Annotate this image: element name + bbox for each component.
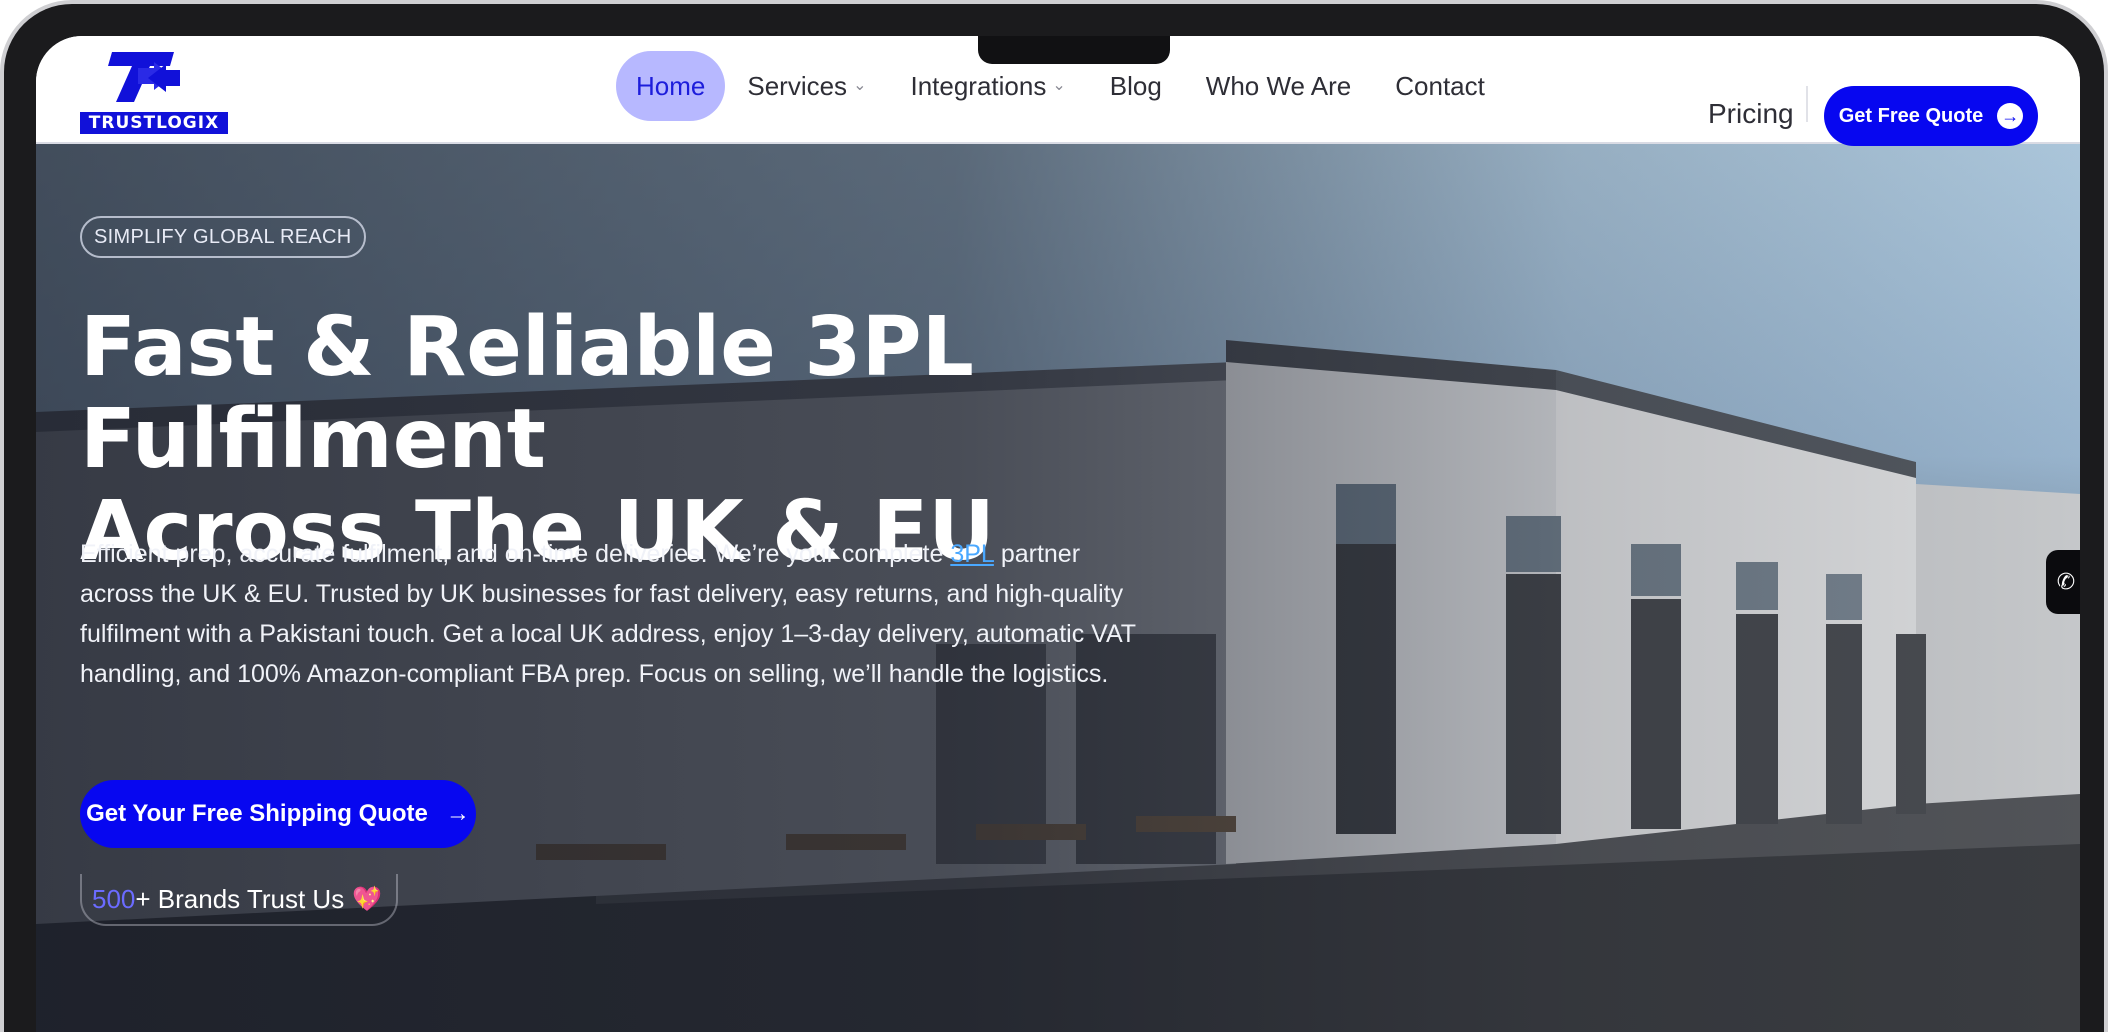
logo-wordmark: TRUSTLOGIX bbox=[80, 112, 228, 134]
header-divider bbox=[1806, 86, 1808, 122]
nav-item-label: Home bbox=[636, 71, 706, 101]
free-shipping-quote-button[interactable]: Get Your Free Shipping Quote → bbox=[80, 780, 476, 848]
camera-notch bbox=[978, 36, 1170, 64]
pricing-link[interactable]: Pricing bbox=[1708, 98, 1794, 130]
nav-item-label: Contact bbox=[1395, 71, 1485, 101]
arrow-right-icon: → bbox=[445, 800, 470, 827]
nav-item-services[interactable]: Services ⌄ bbox=[725, 51, 888, 121]
description-text-start: Efficient prep, accurate fulfilment, and… bbox=[80, 540, 951, 568]
logo-mark-icon bbox=[108, 52, 180, 102]
nav-item-contact[interactable]: Contact bbox=[1373, 51, 1507, 121]
trust-count: 500 bbox=[92, 883, 136, 914]
hero-section: SIMPLIFY GLOBAL REACH Fast & Reliable 3P… bbox=[36, 144, 2080, 1032]
nav-item-label: Who We Are bbox=[1205, 71, 1352, 101]
nav-item-who-we-are[interactable]: Who We Are bbox=[1184, 51, 1373, 121]
whatsapp-icon[interactable]: ✆ bbox=[2046, 550, 2080, 614]
hero-description: Efficient prep, accurate fulfilment, and… bbox=[80, 534, 1160, 694]
3pl-link[interactable]: 3PL bbox=[950, 540, 994, 568]
nav-item-home[interactable]: Home bbox=[616, 51, 726, 121]
heart-icon: 💖 bbox=[352, 885, 383, 913]
brands-trust-badge: 500+ Brands Trust Us 💖 bbox=[80, 874, 399, 926]
trustlogix-logo[interactable]: TRUSTLOGIX bbox=[80, 46, 230, 138]
chevron-down-icon: ⌄ bbox=[853, 77, 867, 94]
cta-label: Get Your Free Shipping Quote bbox=[86, 800, 428, 827]
hero-tag-badge: SIMPLIFY GLOBAL REACH bbox=[80, 216, 366, 258]
trust-text: + Brands Trust Us bbox=[135, 883, 345, 914]
headline-line-1: Fast & Reliable 3PL Fulfilment bbox=[80, 300, 974, 487]
screen: TRUSTLOGIX Home Services ⌄ Integrations … bbox=[36, 36, 2080, 1032]
device-frame: TRUSTLOGIX Home Services ⌄ Integrations … bbox=[0, 0, 2108, 1032]
get-free-quote-button[interactable]: Get Free Quote → bbox=[1824, 86, 2038, 146]
quote-button-label: Get Free Quote bbox=[1838, 104, 1984, 127]
arrow-right-circle-icon: → bbox=[1997, 103, 2024, 129]
nav-item-label: Services bbox=[747, 71, 848, 101]
